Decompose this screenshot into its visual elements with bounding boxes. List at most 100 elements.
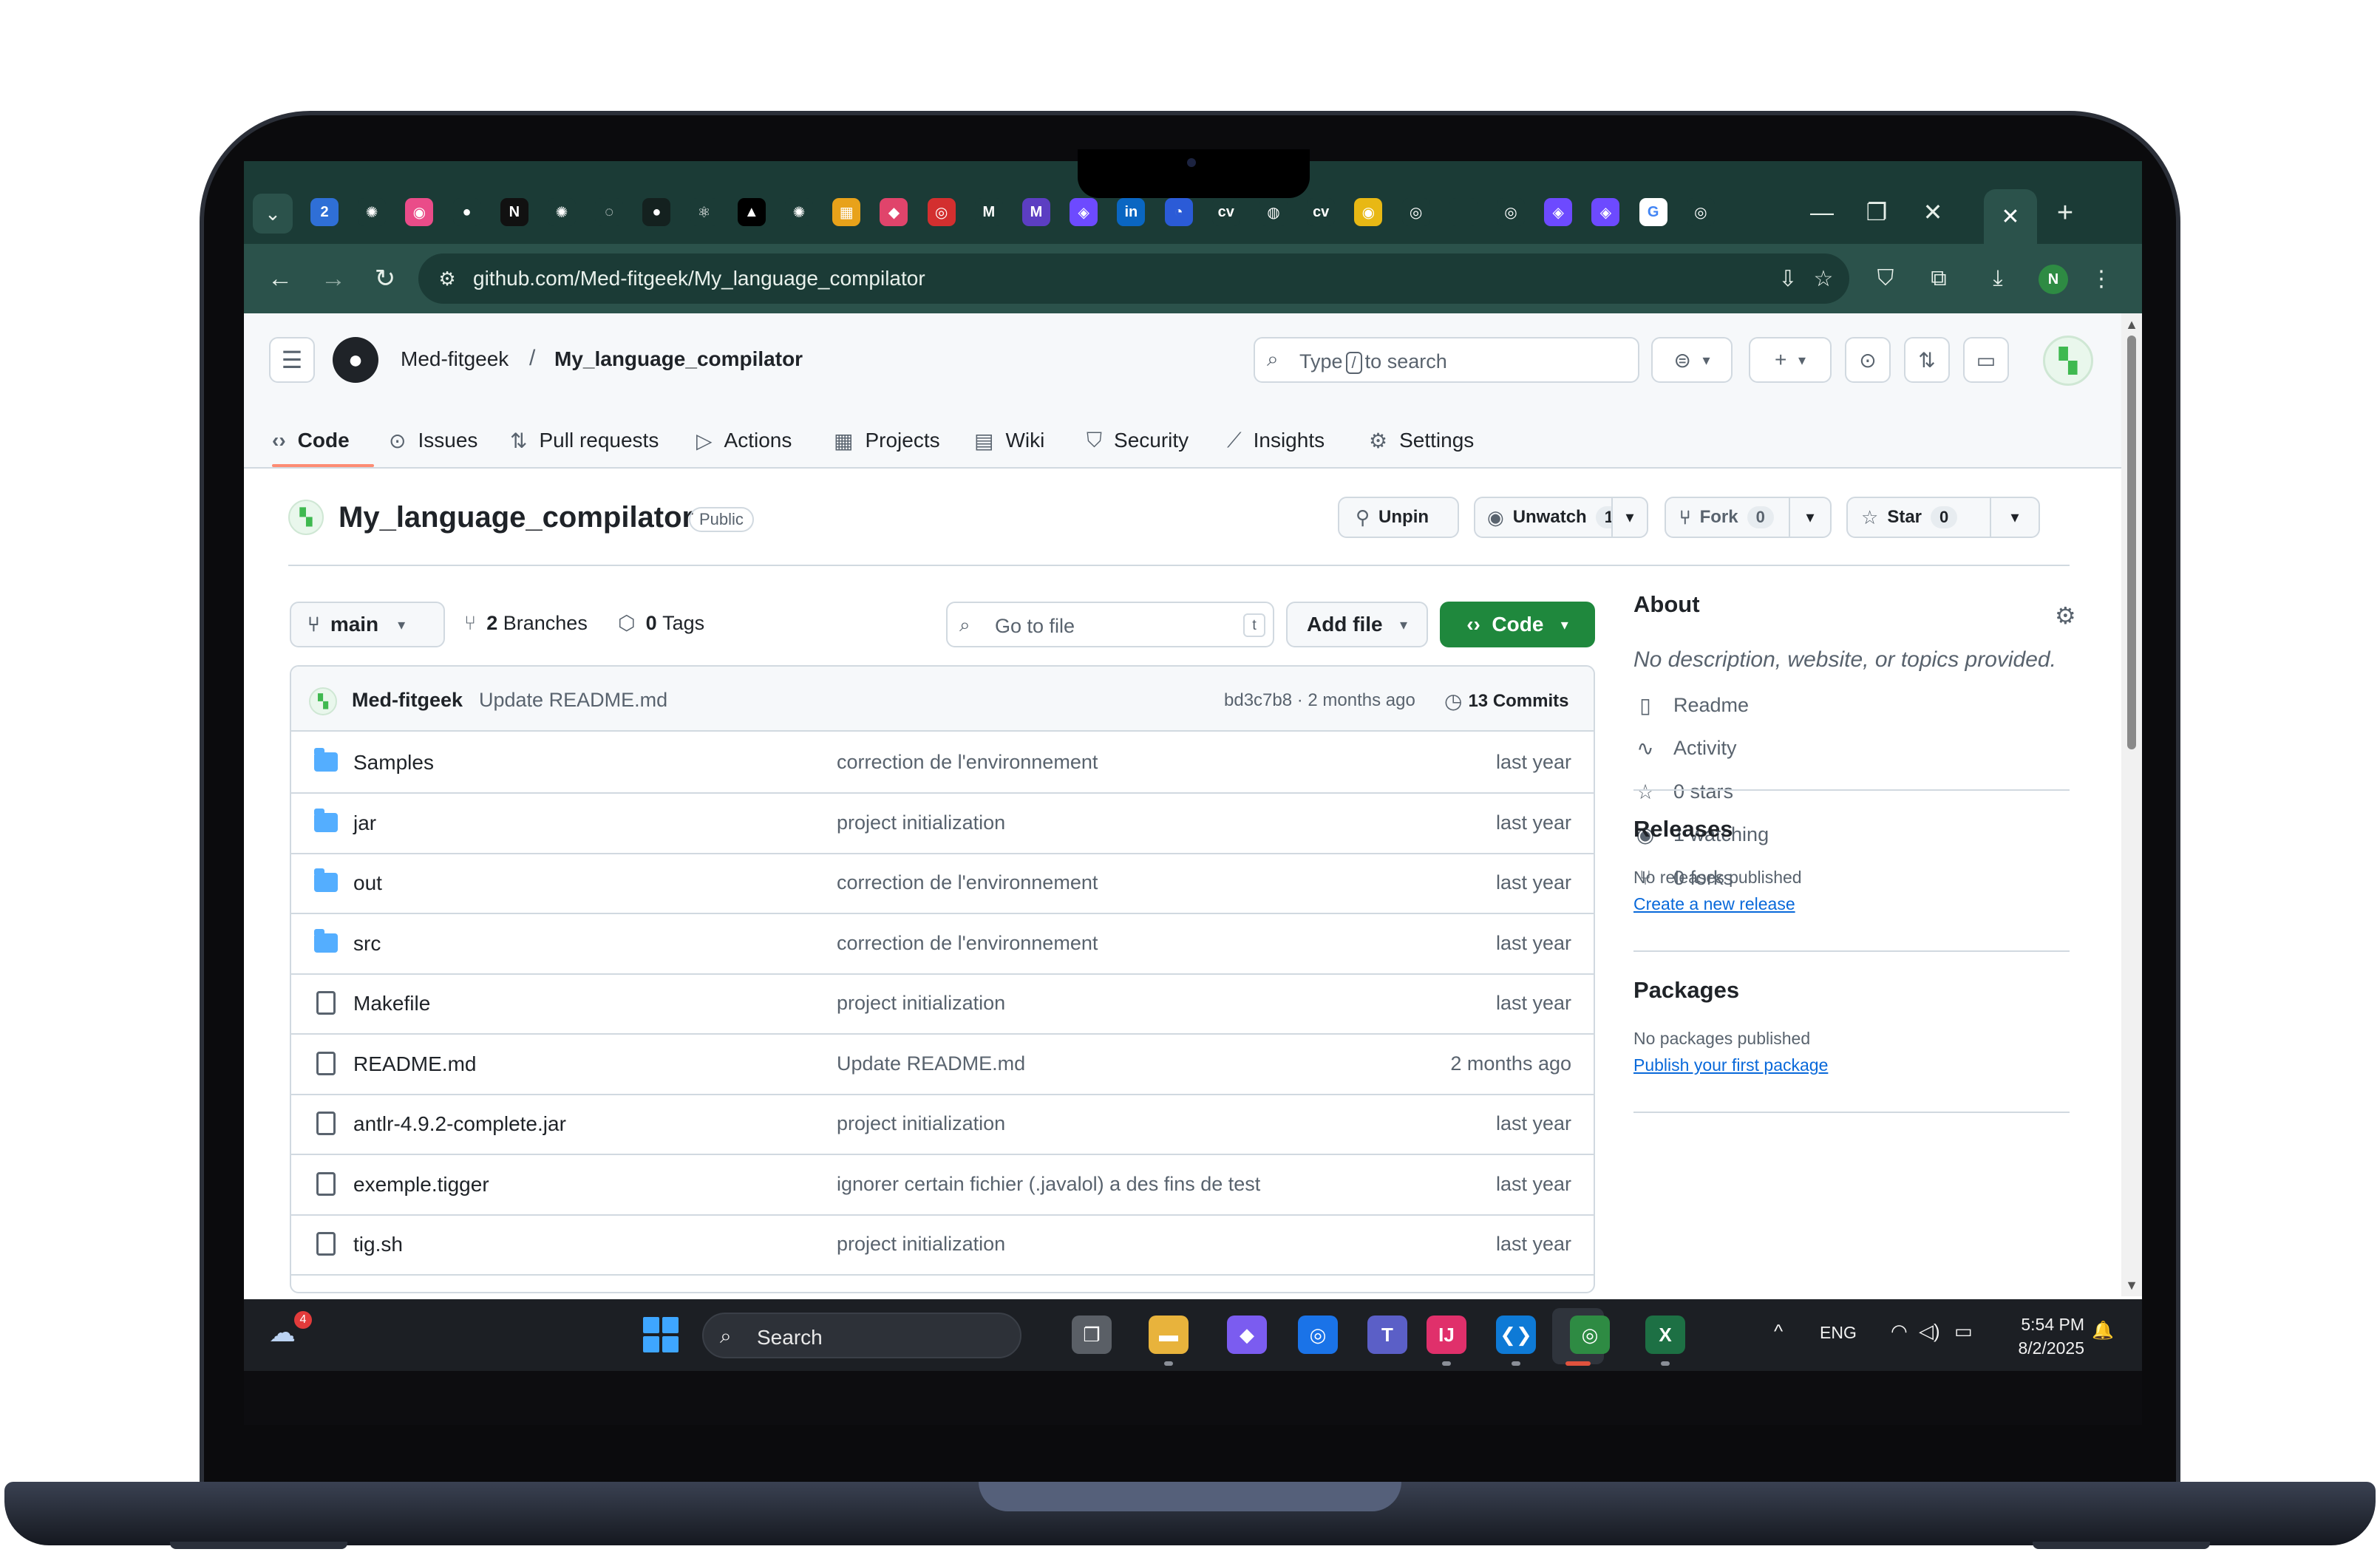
blank-tab-icon[interactable] [1449, 198, 1478, 226]
commit-message[interactable]: Update README.md [479, 689, 667, 712]
start-button[interactable] [643, 1317, 679, 1352]
file-commit-message[interactable]: project initialization [837, 1233, 1005, 1256]
tray-overflow-icon[interactable]: ^ [1774, 1320, 1783, 1343]
file-commit-message[interactable]: correction de l'environnement [837, 871, 1098, 894]
page-scrollbar[interactable]: ▲ ▼ [2121, 313, 2142, 1296]
add-file-button[interactable]: Add file ▾ [1286, 602, 1428, 647]
volume-icon[interactable]: ◁) [1919, 1320, 1940, 1343]
pink-app-tab-icon[interactable]: ◆ [880, 198, 908, 226]
vscode-icon[interactable]: ❮❯ [1496, 1316, 1536, 1354]
tab-pull-requests[interactable]: ⇅ Pull requests [510, 426, 659, 455]
scrollbar-thumb[interactable] [2127, 336, 2136, 749]
code-button[interactable]: ‹› Code ▾ [1440, 602, 1595, 647]
vercel-tab-icon[interactable]: ▲ [737, 198, 766, 226]
task-view-icon[interactable]: ❐ [1072, 1316, 1112, 1354]
chrome-tab-icon-2[interactable]: ◎ [1497, 198, 1525, 226]
unpin-button[interactable]: ⚲ Unpin [1338, 497, 1459, 538]
yellow-app-tab-icon[interactable]: ◉ [1354, 198, 1383, 226]
chrome-icon[interactable]: ◎ [1298, 1316, 1338, 1354]
about-readme[interactable]: ▯ Readme [1633, 690, 1749, 720]
github-dark-tab-icon[interactable]: ● [642, 198, 671, 226]
proton-tab-icon-2[interactable]: ◈ [1544, 198, 1573, 226]
clock[interactable]: 5:54 PM 8/2/2025 [1988, 1313, 2084, 1360]
tab-insights[interactable]: ⟋ Insights [1227, 426, 1325, 455]
file-name[interactable]: exemple.tigger [353, 1173, 489, 1197]
inbox-button[interactable]: ▭ [1963, 337, 2009, 383]
file-row[interactable]: Samples correction de l'environnement last… [291, 733, 1594, 794]
notion-tab-icon[interactable]: N [500, 198, 528, 226]
site-info-icon[interactable]: ⚙ [435, 266, 460, 291]
issues-header-button[interactable]: ⊙ [1845, 337, 1891, 383]
packages-title[interactable]: Packages [1633, 977, 1739, 1004]
install-app-icon[interactable]: ⇩ [1774, 265, 1802, 293]
cv-tab-icon[interactable]: cv [1211, 198, 1240, 226]
file-name[interactable]: src [353, 932, 381, 956]
file-commit-message[interactable]: Update README.md [837, 1052, 1025, 1075]
tab-actions[interactable]: ▷ Actions [696, 426, 792, 455]
gmail-tab-icon-2[interactable]: M [1022, 198, 1050, 226]
github-tab-icon[interactable]: ● [452, 198, 481, 226]
go-to-file-input[interactable]: ⌕ Go to file t [946, 602, 1274, 647]
file-commit-message[interactable]: project initialization [837, 992, 1005, 1015]
taskbar-search[interactable]: ⌕ Search [702, 1313, 1021, 1358]
file-row[interactable]: tig.sh project initialization last year [291, 1215, 1594, 1276]
tab-projects[interactable]: ▦ Projects [834, 426, 940, 455]
linkedin-tab-icon[interactable]: in [1117, 198, 1146, 226]
file-name[interactable]: README.md [353, 1052, 476, 1076]
file-name[interactable]: Makefile [353, 992, 430, 1015]
file-name[interactable]: out [353, 871, 382, 895]
scroll-down-icon[interactable]: ▼ [2123, 1277, 2141, 1293]
url-text[interactable]: github.com/Med-fitgeek/My_language_compi… [473, 267, 925, 290]
file-commit-message[interactable]: correction de l'environnement [837, 932, 1098, 955]
file-name[interactable]: jar [353, 811, 376, 835]
watch-dropdown[interactable]: ▾ [1611, 497, 1648, 538]
bookmark-star-icon[interactable]: ☆ [1809, 265, 1837, 293]
repo-name[interactable]: My_language_compilator [339, 501, 693, 534]
address-bar[interactable]: ⚙ github.com/Med-fitgeek/My_language_com… [418, 253, 1849, 304]
battery-icon[interactable]: ▭ [1954, 1320, 1973, 1343]
new-tab-button[interactable]: + [2050, 197, 2080, 228]
breadcrumb-repo[interactable]: My_language_compilator [554, 347, 803, 371]
branches-link[interactable]: ⑂ 2 Branches [464, 612, 588, 635]
branch-selector[interactable]: ⑂ main ▾ [290, 602, 445, 647]
language-indicator[interactable]: ENG [1820, 1323, 1857, 1343]
m365-copilot-icon[interactable]: ◆ [1227, 1316, 1267, 1354]
fork-button[interactable]: ⑂ Fork 0 [1665, 497, 1790, 538]
file-row[interactable]: README.md Update README.md 2 months ago [291, 1035, 1594, 1095]
active-tab[interactable]: ✕ [1984, 189, 2037, 244]
chrome-tab-icon-3[interactable]: ◎ [1686, 198, 1715, 226]
progress-tab-icon[interactable]: ◔ [1164, 198, 1193, 226]
publish-package-link[interactable]: Publish your first package [1633, 1055, 1828, 1075]
proton-tab-icon-3[interactable]: ◈ [1591, 198, 1620, 226]
about-activity[interactable]: ∿ Activity [1633, 734, 1736, 763]
unwatch-button[interactable]: ◉ Unwatch 1 [1474, 497, 1622, 538]
file-commit-message[interactable]: correction de l'environnement [837, 751, 1098, 774]
commits-link[interactable]: ◷ 13 Commits [1444, 689, 1569, 713]
tab-code[interactable]: ‹› Code [272, 426, 350, 455]
google-tab-icon[interactable]: G [1639, 198, 1667, 226]
about-stars[interactable]: ☆ 0 stars [1633, 777, 1733, 806]
shield-extension-icon[interactable]: ⛉ [1869, 262, 1903, 296]
restore-button[interactable]: ❐ [1858, 195, 1895, 229]
downloads-icon[interactable]: ⤓ [1981, 262, 2015, 296]
tab-issues[interactable]: ⊙ Issues [389, 426, 477, 455]
chatgpt-tab-icon-2[interactable]: ✺ [548, 198, 576, 226]
file-row[interactable]: out correction de l'environnement last yea… [291, 854, 1594, 914]
file-name[interactable]: Samples [353, 751, 434, 775]
calendar-tab-icon[interactable]: 2 [310, 198, 339, 226]
star-dropdown[interactable]: ▾ [1990, 497, 2040, 538]
proton-tab-icon[interactable]: ◈ [1070, 198, 1098, 226]
commit-author[interactable]: Med-fitgeek [352, 689, 463, 712]
file-name[interactable]: antlr-4.9.2-complete.jar [353, 1112, 566, 1136]
file-row[interactable]: jar project initialization last year [291, 794, 1594, 854]
pull-requests-header-button[interactable]: ⇅ [1904, 337, 1950, 383]
create-new-button[interactable]: + ▾ [1749, 337, 1832, 383]
file-row[interactable]: exemple.tigger ignorer certain fichier (.… [291, 1155, 1594, 1216]
menu-button[interactable]: ☰ [269, 337, 315, 383]
file-row[interactable]: antlr-4.9.2-complete.jar project initiali… [291, 1095, 1594, 1155]
file-row[interactable]: src correction de l'environnement last yea… [291, 914, 1594, 975]
red-circle-tab-icon[interactable]: ◎ [927, 198, 956, 226]
dribbble-tab-icon[interactable]: ◉ [405, 198, 434, 226]
breadcrumb-owner[interactable]: Med-fitgeek [401, 347, 509, 371]
create-release-link[interactable]: Create a new release [1633, 894, 1795, 914]
